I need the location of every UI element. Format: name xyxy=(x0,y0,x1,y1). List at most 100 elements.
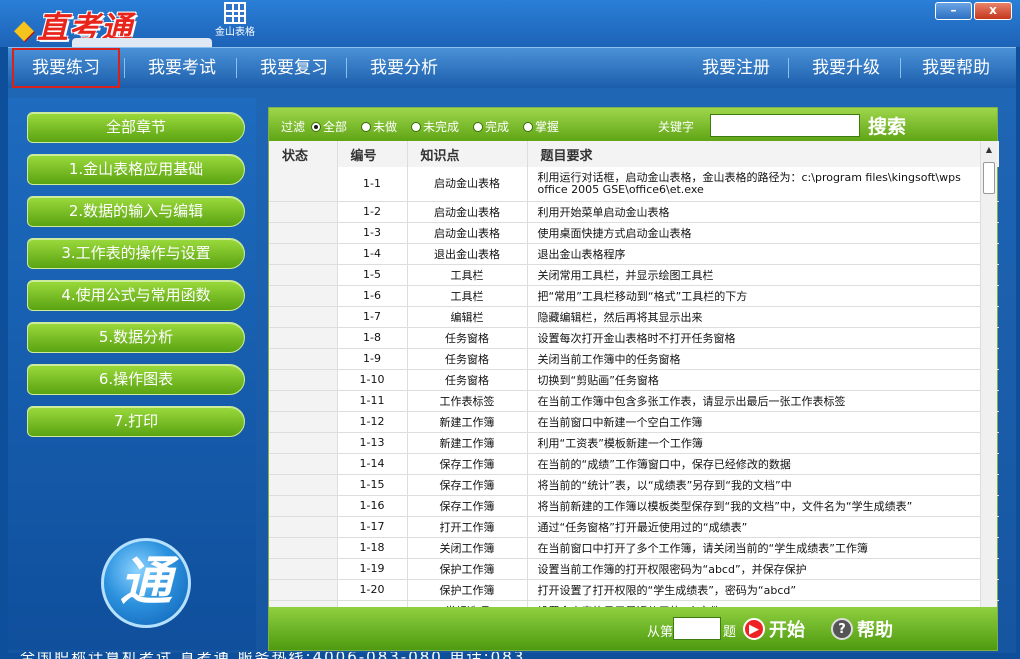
cell-number: 1-14 xyxy=(337,453,408,475)
cell-status xyxy=(269,411,338,433)
nav-analysis[interactable]: 我要分析 xyxy=(354,48,454,88)
chapter-1[interactable]: 1.金山表格应用基础 xyxy=(27,154,245,185)
cell-status xyxy=(269,285,338,307)
cell-number: 1-8 xyxy=(337,327,408,349)
cell-knowledge-point: 编辑栏 xyxy=(407,306,528,328)
chapter-5[interactable]: 5.数据分析 xyxy=(27,322,245,353)
header-knowledge-point[interactable]: 知识点 xyxy=(407,141,528,167)
table-row[interactable]: 1-10 任务窗格 切换到“剪贴画”任务窗格 xyxy=(269,369,999,391)
filter-all[interactable]: 全部 xyxy=(311,118,347,135)
cell-knowledge-point: 退出金山表格 xyxy=(407,243,528,265)
table-row[interactable]: 1-14 保存工作簿 在当前的“成绩”工作簿窗口中，保存已经修改的数据 xyxy=(269,453,999,475)
cell-knowledge-point: 启动金山表格 xyxy=(407,167,528,202)
vertical-scrollbar[interactable]: ▲ xyxy=(980,141,997,609)
help-button-label: 帮助 xyxy=(857,620,893,641)
cell-requirement: 使用桌面快捷方式启动金山表格 xyxy=(527,222,999,244)
nav-upgrade[interactable]: 我要升级 xyxy=(796,48,896,88)
filter-option-label: 未完成 xyxy=(423,120,460,134)
keyword-input[interactable] xyxy=(710,114,860,137)
table-row[interactable]: 1-20 保护工作簿 打开设置了打开权限的“学生成绩表”，密码为“abcd” xyxy=(269,579,999,601)
table-row[interactable]: 1-18 关闭工作簿 在当前窗口中打开了多个工作簿，请关闭当前的“学生成绩表”工作簿 xyxy=(269,537,999,559)
table-row[interactable]: 1-1 启动金山表格 利用运行对话框，启动金山表格，金山表格的路径为：c:\prog… xyxy=(269,167,999,202)
cell-number: 1-17 xyxy=(337,516,408,538)
header-number[interactable]: 编号 xyxy=(337,141,408,167)
nav-review[interactable]: 我要复习 xyxy=(244,48,344,88)
cell-number: 1-13 xyxy=(337,432,408,454)
cell-knowledge-point: 工具栏 xyxy=(407,264,528,286)
radio-icon xyxy=(361,121,371,132)
filter-option-label: 完成 xyxy=(485,120,510,134)
table-row[interactable]: 1-19 保护工作簿 设置当前工作簿的打开权限密码为“abcd”，并保存保护 xyxy=(269,558,999,580)
cell-requirement: 在当前的“成绩”工作簿窗口中，保存已经修改的数据 xyxy=(527,453,999,475)
help-button[interactable]: ? 帮助 xyxy=(831,616,893,642)
table-row[interactable]: 1-4 退出金山表格 退出金山表格程序 xyxy=(269,243,999,265)
cell-status xyxy=(269,201,338,223)
cell-knowledge-point: 工具栏 xyxy=(407,285,528,307)
radio-checked-icon xyxy=(311,121,321,132)
cell-requirement: 退出金山表格程序 xyxy=(527,243,999,265)
cell-status xyxy=(269,327,338,349)
play-icon: ▶ xyxy=(743,618,765,640)
spreadsheet-tool-caption: 金山表格 xyxy=(215,27,255,38)
table-row[interactable]: 1-3 启动金山表格 使用桌面快捷方式启动金山表格 xyxy=(269,222,999,244)
cell-number: 1-1 xyxy=(337,167,408,202)
table-body: 1-1 启动金山表格 利用运行对话框，启动金山表格，金山表格的路径为：c:\prog… xyxy=(269,167,999,609)
table-row[interactable]: 1-12 新建工作簿 在当前窗口中新建一个空白工作簿 xyxy=(269,411,999,433)
chapter-sidebar: 全部章节 1.金山表格应用基础 2.数据的输入与编辑 3.工作表的操作与设置 4… xyxy=(8,98,256,650)
table-row[interactable]: 1-7 编辑栏 隐藏编辑栏，然后再将其显示出来 xyxy=(269,306,999,328)
start-button[interactable]: ▶ 开始 xyxy=(743,616,805,642)
cell-requirement: 在当前窗口中新建一个空白工作簿 xyxy=(527,411,999,433)
cell-number: 1-16 xyxy=(337,495,408,517)
cell-status xyxy=(269,474,338,496)
chapter-2[interactable]: 2.数据的输入与编辑 xyxy=(27,196,245,227)
table-row[interactable]: 1-15 保存工作簿 将当前的“统计”表，以“成绩表”另存到“我的文档”中 xyxy=(269,474,999,496)
cell-status xyxy=(269,432,338,454)
cell-requirement: 利用运行对话框，启动金山表格，金山表格的路径为：c:\program files… xyxy=(527,167,999,202)
cell-knowledge-point: 任务窗格 xyxy=(407,327,528,349)
cell-status xyxy=(269,243,338,265)
table-row[interactable]: 1-2 启动金山表格 利用开始菜单启动金山表格 xyxy=(269,201,999,223)
table-row[interactable]: 1-8 任务窗格 设置每次打开金山表格时不打开任务窗格 xyxy=(269,327,999,349)
nav-divider xyxy=(124,58,125,78)
filter-mastered[interactable]: 掌握 xyxy=(523,118,559,135)
minimize-button[interactable]: – xyxy=(935,2,972,20)
cell-status xyxy=(269,369,338,391)
table-row[interactable]: 1-6 工具栏 把“常用”工具栏移动到“格式”工具栏的下方 xyxy=(269,285,999,307)
cell-requirement: 将当前的“统计”表，以“成绩表”另存到“我的文档”中 xyxy=(527,474,999,496)
cell-requirement: 关闭当前工作簿中的任务窗格 xyxy=(527,348,999,370)
scroll-up-icon[interactable]: ▲ xyxy=(981,141,997,158)
chapter-4[interactable]: 4.使用公式与常用函数 xyxy=(27,280,245,311)
start-question-input[interactable] xyxy=(673,617,721,640)
nav-exam[interactable]: 我要考试 xyxy=(132,48,232,88)
header-requirement[interactable]: 题目要求 xyxy=(527,141,999,167)
cell-number: 1-19 xyxy=(337,558,408,580)
filter-complete[interactable]: 完成 xyxy=(473,118,509,135)
table-row[interactable]: 1-9 任务窗格 关闭当前工作簿中的任务窗格 xyxy=(269,348,999,370)
chapter-3[interactable]: 3.工作表的操作与设置 xyxy=(27,238,245,269)
scroll-thumb[interactable] xyxy=(983,162,995,194)
table-row[interactable]: 1-17 打开工作簿 通过“任务窗格”打开最近使用过的“成绩表” xyxy=(269,516,999,538)
cell-requirement: 把“常用”工具栏移动到“格式”工具栏的下方 xyxy=(527,285,999,307)
nav-help[interactable]: 我要帮助 xyxy=(906,48,1006,88)
start-from-label: 从第 xyxy=(647,625,674,640)
chapter-6[interactable]: 6.操作图表 xyxy=(27,364,245,395)
close-button[interactable]: x xyxy=(974,2,1012,20)
cell-requirement: 利用开始菜单启动金山表格 xyxy=(527,201,999,223)
header-status[interactable]: 状态 xyxy=(269,141,338,167)
table-row[interactable]: 1-16 保存工作簿 将当前新建的工作簿以模板类型保存到“我的文档”中，文件名为“学… xyxy=(269,495,999,517)
filter-undone[interactable]: 未做 xyxy=(361,118,397,135)
cell-requirement: 设置当前工作簿的打开权限密码为“abcd”，并保存保护 xyxy=(527,558,999,580)
chapter-all[interactable]: 全部章节 xyxy=(27,112,245,143)
table-row[interactable]: 1-13 新建工作簿 利用“工资表”模板新建一个工作簿 xyxy=(269,432,999,454)
nav-register[interactable]: 我要注册 xyxy=(686,48,786,88)
cell-knowledge-point: 新建工作簿 xyxy=(407,411,528,433)
chapter-7[interactable]: 7.打印 xyxy=(27,406,245,437)
nav-practice[interactable]: 我要练习 xyxy=(12,48,120,88)
search-button[interactable]: 搜索 xyxy=(868,112,906,139)
filter-incomplete[interactable]: 未完成 xyxy=(411,118,459,135)
table-row[interactable]: 1-5 工具栏 关闭常用工具栏，并显示绘图工具栏 xyxy=(269,264,999,286)
table-row[interactable]: 1-11 工作表标签 在当前工作簿中包含多张工作表，请显示出最后一张工作表标签 xyxy=(269,390,999,412)
spreadsheet-tool-button[interactable]: 金山表格 xyxy=(212,2,258,44)
cell-number: 1-12 xyxy=(337,411,408,433)
cell-status xyxy=(269,306,338,328)
